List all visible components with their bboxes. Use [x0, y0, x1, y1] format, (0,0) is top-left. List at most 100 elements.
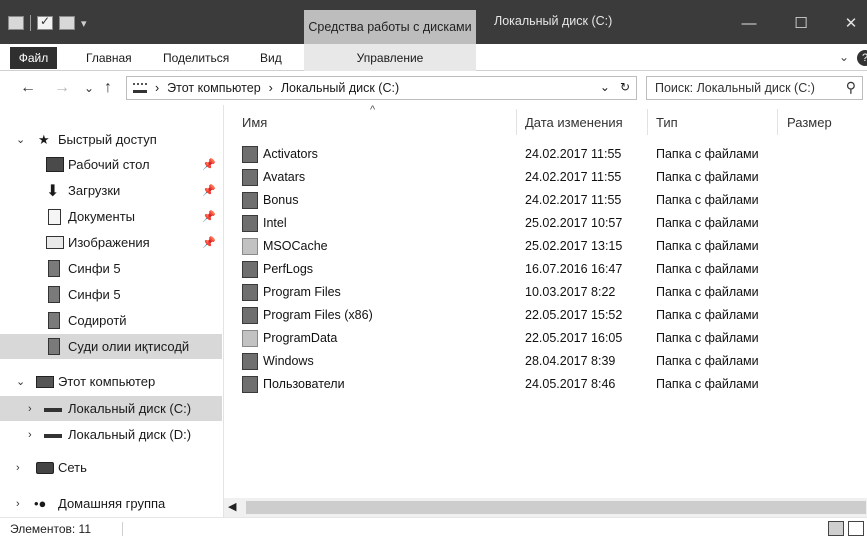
address-bar[interactable]: › Этот компьютер › Локальный диск (C:) ⌄…: [126, 76, 637, 100]
table-row[interactable]: PerfLogs 16.07.2016 16:47 Папка с файлам…: [224, 258, 867, 281]
file-name: Activators: [263, 147, 318, 161]
recent-locations-button[interactable]: ⌄: [84, 81, 94, 95]
table-row[interactable]: MSOCache 25.02.2017 13:15 Папка с файлам…: [224, 235, 867, 258]
file-name: ProgramData: [263, 331, 338, 345]
hidden-folder-icon: [242, 238, 258, 255]
desktop-icon: [46, 157, 64, 172]
nav-item-folder[interactable]: Синфи 5: [0, 282, 222, 307]
nav-item-folder[interactable]: Содиротй: [0, 308, 222, 333]
chevron-down-icon[interactable]: ⌄: [16, 133, 25, 146]
folder-icon: [242, 307, 258, 324]
drive-tools-context-tab: Средства работы с дисками: [304, 10, 476, 44]
file-date: 25.02.2017 10:57: [525, 216, 623, 230]
file-date: 24.05.2017 8:46: [525, 377, 616, 391]
tab-share[interactable]: Поделиться: [163, 44, 229, 71]
details-view-icon[interactable]: [828, 521, 844, 536]
horizontal-scrollbar[interactable]: ◀: [224, 498, 867, 517]
folder-icon: [242, 284, 258, 301]
column-date-modified[interactable]: Дата изменения: [525, 115, 623, 130]
folder-icon: [48, 260, 60, 277]
nav-drive-d[interactable]: › Локальный диск (D:): [0, 422, 222, 447]
up-button[interactable]: ↑: [104, 79, 112, 97]
nav-homegroup[interactable]: › •● Домашняя группа: [0, 491, 222, 516]
column-name[interactable]: Имя: [242, 115, 267, 130]
table-row[interactable]: Avatars 24.02.2017 11:55 Папка с файлами: [224, 166, 867, 189]
customize-toolbar-icon[interactable]: ▾: [81, 17, 87, 30]
address-row: ← → ⌄ ↑ › Этот компьютер › Локальный дис…: [0, 71, 867, 105]
column-divider[interactable]: [516, 109, 517, 135]
items-count: Элементов: 11: [10, 522, 91, 536]
file-date: 22.05.2017 15:52: [525, 308, 623, 322]
chevron-down-icon[interactable]: ⌄: [16, 375, 25, 388]
picture-icon: [46, 236, 64, 249]
tab-manage[interactable]: Управление: [304, 44, 476, 71]
table-row[interactable]: Activators 24.02.2017 11:55 Папка с файл…: [224, 143, 867, 166]
nav-label: Рабочий стол: [68, 157, 150, 172]
star-icon: ★: [38, 131, 50, 147]
drive-icon: [133, 83, 147, 93]
nav-drive-c[interactable]: › Локальный диск (C:): [0, 396, 222, 421]
folder-icon[interactable]: [8, 16, 24, 30]
nav-item-folder[interactable]: Синфи 5: [0, 256, 222, 281]
tab-home[interactable]: Главная: [86, 44, 132, 71]
file-name: Пользователи: [263, 377, 345, 391]
maximize-button[interactable]: ☐: [778, 10, 824, 36]
navigation-pane: ⌄ ★ Быстрый доступ Рабочий стол 📌 ⬇ Загр…: [0, 105, 224, 517]
nav-quick-access[interactable]: ⌄ ★ Быстрый доступ: [0, 127, 222, 152]
status-bar: Элементов: 11: [0, 517, 867, 539]
nav-item-folder[interactable]: Суди олии иқтисодй: [0, 334, 222, 359]
file-date: 24.02.2017 11:55: [525, 147, 622, 161]
minimize-button[interactable]: —: [726, 10, 772, 36]
table-row[interactable]: Bonus 24.02.2017 11:55 Папка с файлами: [224, 189, 867, 212]
help-icon[interactable]: ?: [857, 50, 867, 66]
nav-item-pictures[interactable]: Изображения 📌: [0, 230, 222, 255]
expand-ribbon-button[interactable]: ⌄: [839, 50, 849, 64]
chevron-right-icon[interactable]: ›: [28, 429, 32, 441]
chevron-right-icon[interactable]: ›: [16, 462, 20, 474]
properties-icon[interactable]: [37, 14, 53, 30]
close-button[interactable]: ✕: [828, 10, 867, 36]
large-icons-view-icon[interactable]: [848, 521, 864, 536]
file-name: Program Files (x86): [263, 308, 373, 322]
address-dropdown-button[interactable]: ⌄: [600, 80, 610, 94]
table-row[interactable]: Пользователи 24.05.2017 8:46 Папка с фай…: [224, 373, 867, 396]
breadcrumb-local-disk-c[interactable]: Локальный диск (C:): [281, 81, 399, 95]
nav-item-desktop[interactable]: Рабочий стол 📌: [0, 152, 222, 177]
nav-label: Локальный диск (C:): [68, 401, 192, 416]
column-type[interactable]: Тип: [656, 115, 678, 130]
chevron-right-icon[interactable]: ›: [16, 498, 20, 510]
folder-icon: [242, 169, 258, 186]
nav-this-pc[interactable]: ⌄ Этот компьютер: [0, 369, 222, 394]
table-row[interactable]: Intel 25.02.2017 10:57 Папка с файлами: [224, 212, 867, 235]
column-divider[interactable]: [647, 109, 648, 135]
file-type: Папка с файлами: [656, 377, 759, 391]
file-name: Bonus: [263, 193, 299, 207]
nav-network[interactable]: › Сеть: [0, 455, 222, 480]
new-folder-icon[interactable]: [59, 16, 75, 30]
nav-item-documents[interactable]: Документы 📌: [0, 204, 222, 229]
refresh-button[interactable]: ↻: [620, 80, 630, 94]
table-row[interactable]: ProgramData 22.05.2017 16:05 Папка с фай…: [224, 327, 867, 350]
back-button[interactable]: ←: [20, 79, 36, 97]
column-size[interactable]: Размер: [787, 115, 832, 130]
nav-item-downloads[interactable]: ⬇ Загрузки 📌: [0, 178, 222, 203]
search-input[interactable]: Поиск: Локальный диск (C:) ⚲: [646, 76, 863, 100]
scrollbar-thumb[interactable]: [246, 501, 866, 514]
drive-icon: [44, 430, 62, 438]
table-row[interactable]: Program Files (x86) 22.05.2017 15:52 Пап…: [224, 304, 867, 327]
nav-label: Синфи 5: [68, 287, 121, 302]
nav-label: Локальный диск (D:): [68, 427, 192, 442]
tab-file[interactable]: Файл: [10, 47, 57, 69]
table-row[interactable]: Program Files 10.03.2017 8:22 Папка с фа…: [224, 281, 867, 304]
column-divider[interactable]: [777, 109, 778, 135]
forward-button[interactable]: →: [54, 79, 70, 97]
chevron-right-icon[interactable]: ›: [28, 403, 32, 415]
file-name: MSOCache: [263, 239, 328, 253]
folder-icon: [48, 312, 60, 329]
tab-view[interactable]: Вид: [260, 44, 282, 71]
document-icon: [48, 208, 61, 225]
breadcrumb-this-pc[interactable]: Этот компьютер: [167, 81, 260, 95]
table-row[interactable]: Windows 28.04.2017 8:39 Папка с файлами: [224, 350, 867, 373]
scroll-left-button[interactable]: ◀: [228, 500, 236, 513]
search-icon[interactable]: ⚲: [846, 79, 856, 96]
